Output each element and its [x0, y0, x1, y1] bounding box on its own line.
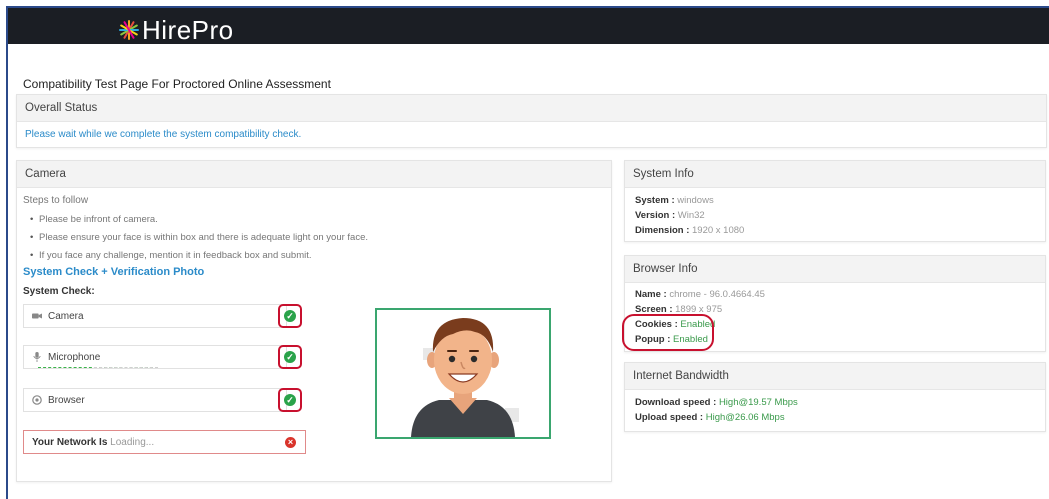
check-circle-icon: ✓ [284, 351, 296, 363]
camera-status-highlight: ✓ [278, 304, 302, 328]
logo-text: HirePro [142, 15, 234, 45]
info-key: Upload speed [635, 412, 698, 423]
microphone-status-highlight: ✓ [278, 345, 302, 369]
download-row: Download speed : High@19.57 Mbps [635, 397, 798, 408]
upload-row: Upload speed : High@26.06 Mbps [635, 412, 785, 423]
network-value: Loading... [110, 437, 155, 448]
browser-name-row: Name : chrome - 96.0.4664.45 [635, 289, 765, 300]
step-item: Please be infront of camera. [30, 214, 158, 225]
browser-check-row: Browser [23, 388, 287, 412]
page-title: Compatibility Test Page For Proctored On… [23, 77, 331, 91]
version-row: Version : Win32 [635, 210, 705, 221]
browser-status-highlight: ✓ [278, 388, 302, 412]
microphone-check-label: Microphone [48, 352, 101, 363]
verification-photo [375, 308, 551, 439]
microphone-check-row: Microphone [23, 345, 287, 369]
camera-panel: Camera Steps to follow Please be infront… [16, 160, 612, 482]
info-value: 1920 x 1080 [692, 225, 745, 236]
microphone-icon [33, 352, 41, 362]
system-row: System : windows [635, 195, 714, 206]
network-label: Your Network Is [32, 437, 108, 448]
steps-label: Steps to follow [23, 195, 89, 206]
system-info-heading: System Info [625, 161, 1045, 188]
step-item: If you face any challenge, mention it in… [30, 250, 311, 261]
bandwidth-heading: Internet Bandwidth [625, 363, 1045, 390]
network-status-row: Your Network Is Loading... × [23, 430, 306, 454]
logo-star-icon [118, 19, 140, 41]
check-circle-icon: ✓ [284, 310, 296, 322]
system-check-label: System Check: [23, 286, 95, 297]
hirepro-logo[interactable]: HirePro [118, 17, 234, 43]
system-info-panel: System Info System : windows Version : W… [624, 160, 1046, 242]
camera-heading: Camera [17, 161, 611, 188]
overall-status-panel: Overall Status Please wait while we comp… [16, 94, 1047, 148]
info-key: Name [635, 289, 661, 300]
info-key: Download speed [635, 397, 711, 408]
cookies-popup-highlight [622, 314, 714, 351]
overall-status-heading: Overall Status [17, 95, 1046, 122]
camera-icon [32, 313, 42, 319]
browser-check-label: Browser [48, 395, 85, 406]
camera-check-row: Camera [23, 304, 287, 328]
info-key: Version [635, 210, 670, 221]
info-value: chrome - 96.0.4664.45 [669, 289, 765, 300]
info-key: System [635, 195, 669, 206]
check-circle-icon: ✓ [284, 394, 296, 406]
camera-check-label: Camera [48, 311, 84, 322]
info-value: windows [677, 195, 714, 206]
browser-info-heading: Browser Info [625, 256, 1045, 283]
overall-status-message: Please wait while we complete the system… [25, 129, 302, 140]
top-navbar: HirePro [8, 8, 1049, 44]
network-status-text: Your Network Is Loading... [32, 437, 154, 448]
microphone-level-track [94, 367, 158, 368]
bandwidth-panel: Internet Bandwidth Download speed : High… [624, 362, 1046, 432]
avatar-illustration [377, 310, 549, 437]
info-value: High@19.57 Mbps [718, 397, 798, 408]
info-value: Win32 [677, 210, 705, 221]
step-item: Please ensure your face is within box an… [30, 232, 368, 243]
verification-title: System Check + Verification Photo [23, 266, 205, 278]
info-value: High@26.06 Mbps [705, 412, 785, 423]
error-circle-icon: × [285, 437, 296, 448]
info-key: Dimension [635, 225, 684, 236]
browser-icon [32, 395, 42, 405]
dimension-row: Dimension : 1920 x 1080 [635, 225, 745, 236]
